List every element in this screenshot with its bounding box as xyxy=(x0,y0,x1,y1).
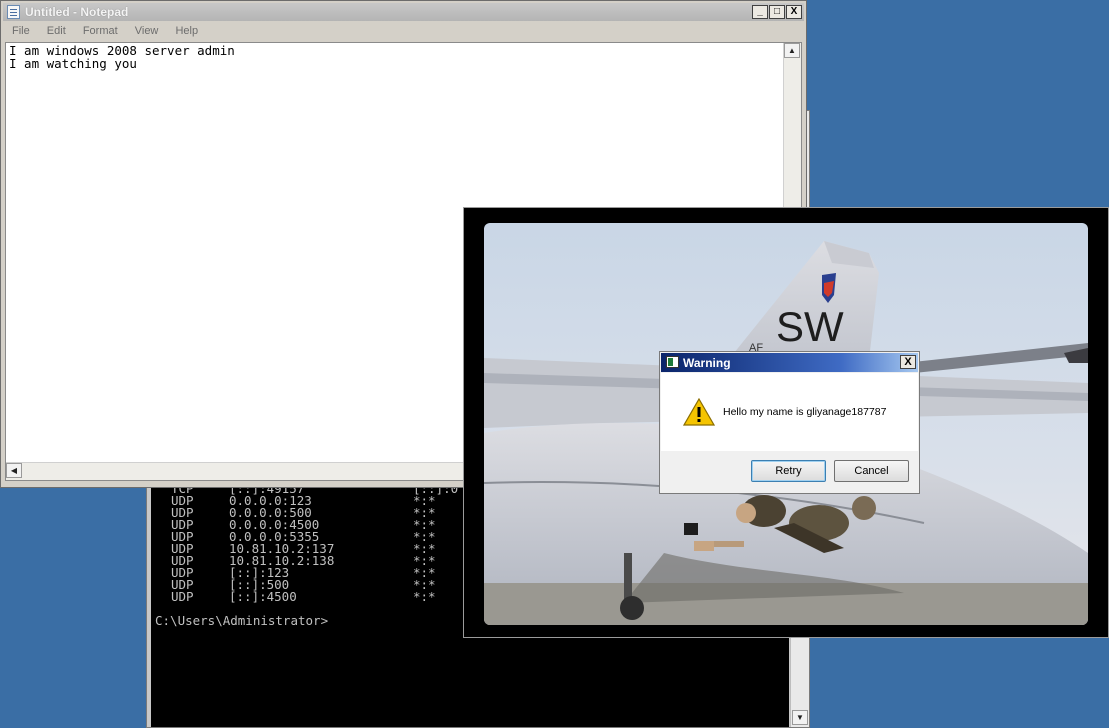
notepad-menubar: File Edit Format View Help xyxy=(3,23,804,41)
notepad-titlebar[interactable]: Untitled - Notepad _ □ X xyxy=(3,3,804,21)
maximize-button[interactable]: □ xyxy=(769,5,785,19)
notepad-icon xyxy=(7,5,20,19)
warning-dialog[interactable]: Warning X Hello my name is gliyanage1877… xyxy=(659,351,920,494)
warning-icon xyxy=(683,398,715,426)
tail-code: SW xyxy=(776,303,844,350)
menu-help[interactable]: Help xyxy=(166,23,203,37)
dialog-close-button[interactable]: X xyxy=(900,355,916,369)
console-text: TCP [::]:49157 [::]:0 UDP 0.0.0.0:123 *:* UDP 0… xyxy=(155,482,473,628)
notepad-title: Untitled - Notepad xyxy=(25,5,129,19)
console-local-address: [::]:4500 xyxy=(229,589,297,604)
console-proto: UDP xyxy=(171,589,194,604)
menu-edit[interactable]: Edit xyxy=(38,23,71,37)
menu-format[interactable]: Format xyxy=(74,23,123,37)
minimize-button[interactable]: _ xyxy=(752,5,768,19)
scroll-up-button[interactable]: ▲ xyxy=(784,43,800,58)
dialog-title: Warning xyxy=(683,356,731,370)
dialog-message: Hello my name is gliyanage187787 xyxy=(723,406,887,418)
cancel-button[interactable]: Cancel xyxy=(834,460,909,482)
dialog-body: Hello my name is gliyanage187787 xyxy=(661,373,918,451)
menu-file[interactable]: File xyxy=(3,23,35,37)
scroll-down-button[interactable]: ▼ xyxy=(792,710,808,725)
scroll-left-button[interactable]: ◀ xyxy=(6,463,22,478)
retry-button[interactable]: Retry xyxy=(751,460,826,482)
dialog-app-icon xyxy=(666,356,679,368)
console-row: UDP [::]:4500 *:* xyxy=(155,589,473,604)
console-prompt: C:\Users\Administrator> xyxy=(155,613,329,628)
dialog-titlebar[interactable]: Warning X xyxy=(661,353,918,372)
notepad-content[interactable]: I am windows 2008 server admin I am watc… xyxy=(9,44,235,70)
close-button[interactable]: X xyxy=(786,5,802,19)
menu-view[interactable]: View xyxy=(126,23,164,37)
